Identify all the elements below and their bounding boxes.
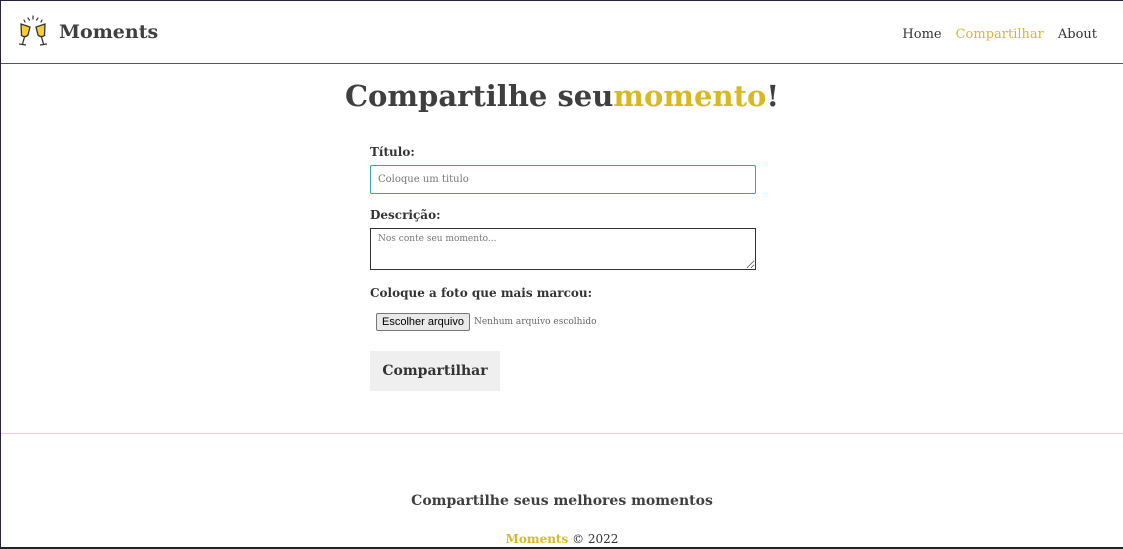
submit-button[interactable]: Compartilhar	[370, 351, 500, 391]
page-title: Compartilhe seumomento!	[1, 79, 1123, 113]
choose-file-button[interactable]: Escolher arquivo	[376, 313, 470, 331]
nav-link-compartilhar[interactable]: Compartilhar	[956, 27, 1044, 42]
navbar: Moments Home Compartilhar About	[1, 1, 1123, 64]
brand-link[interactable]: Moments	[15, 14, 158, 50]
nav-item-compartilhar: Compartilhar	[956, 23, 1044, 42]
title-input[interactable]	[370, 165, 756, 194]
champagne-toast-icon	[15, 14, 51, 50]
file-input: Escolher arquivo Nenhum arquivo escolhid…	[376, 313, 756, 331]
description-label: Descrição:	[370, 208, 441, 222]
footer-tagline: Compartilhe seus melhores momentos	[411, 493, 713, 509]
photo-label: Coloque a foto que mais marcou:	[370, 286, 593, 300]
nav-links: Home Compartilhar About	[902, 23, 1097, 42]
main-content: Compartilhe seumomento! Título: Descriçã…	[1, 65, 1123, 433]
app-frame: Moments Home Compartilhar About Comparti…	[0, 0, 1123, 549]
brand-name: Moments	[59, 21, 159, 43]
footer-brand: Moments	[505, 532, 569, 546]
nav-item-about: About	[1058, 23, 1097, 42]
page-title-suffix: !	[766, 79, 780, 113]
file-status: Nenhum arquivo escolhido	[473, 317, 597, 327]
page-title-accent: momento	[613, 79, 767, 113]
footer-copyright-text: © 2022	[572, 532, 619, 546]
footer: Compartilhe seus melhores momentos Momen…	[1, 433, 1123, 549]
nav-link-about[interactable]: About	[1058, 27, 1097, 42]
nav-item-home: Home	[902, 23, 941, 42]
share-form: Título: Descrição: Coloque a foto que ma…	[370, 145, 756, 391]
description-textarea[interactable]	[370, 228, 756, 270]
footer-copyright: Moments © 2022	[1, 532, 1123, 546]
nav-link-home[interactable]: Home	[902, 27, 941, 42]
title-label: Título:	[370, 145, 415, 159]
page-title-prefix: Compartilhe seu	[344, 79, 614, 113]
